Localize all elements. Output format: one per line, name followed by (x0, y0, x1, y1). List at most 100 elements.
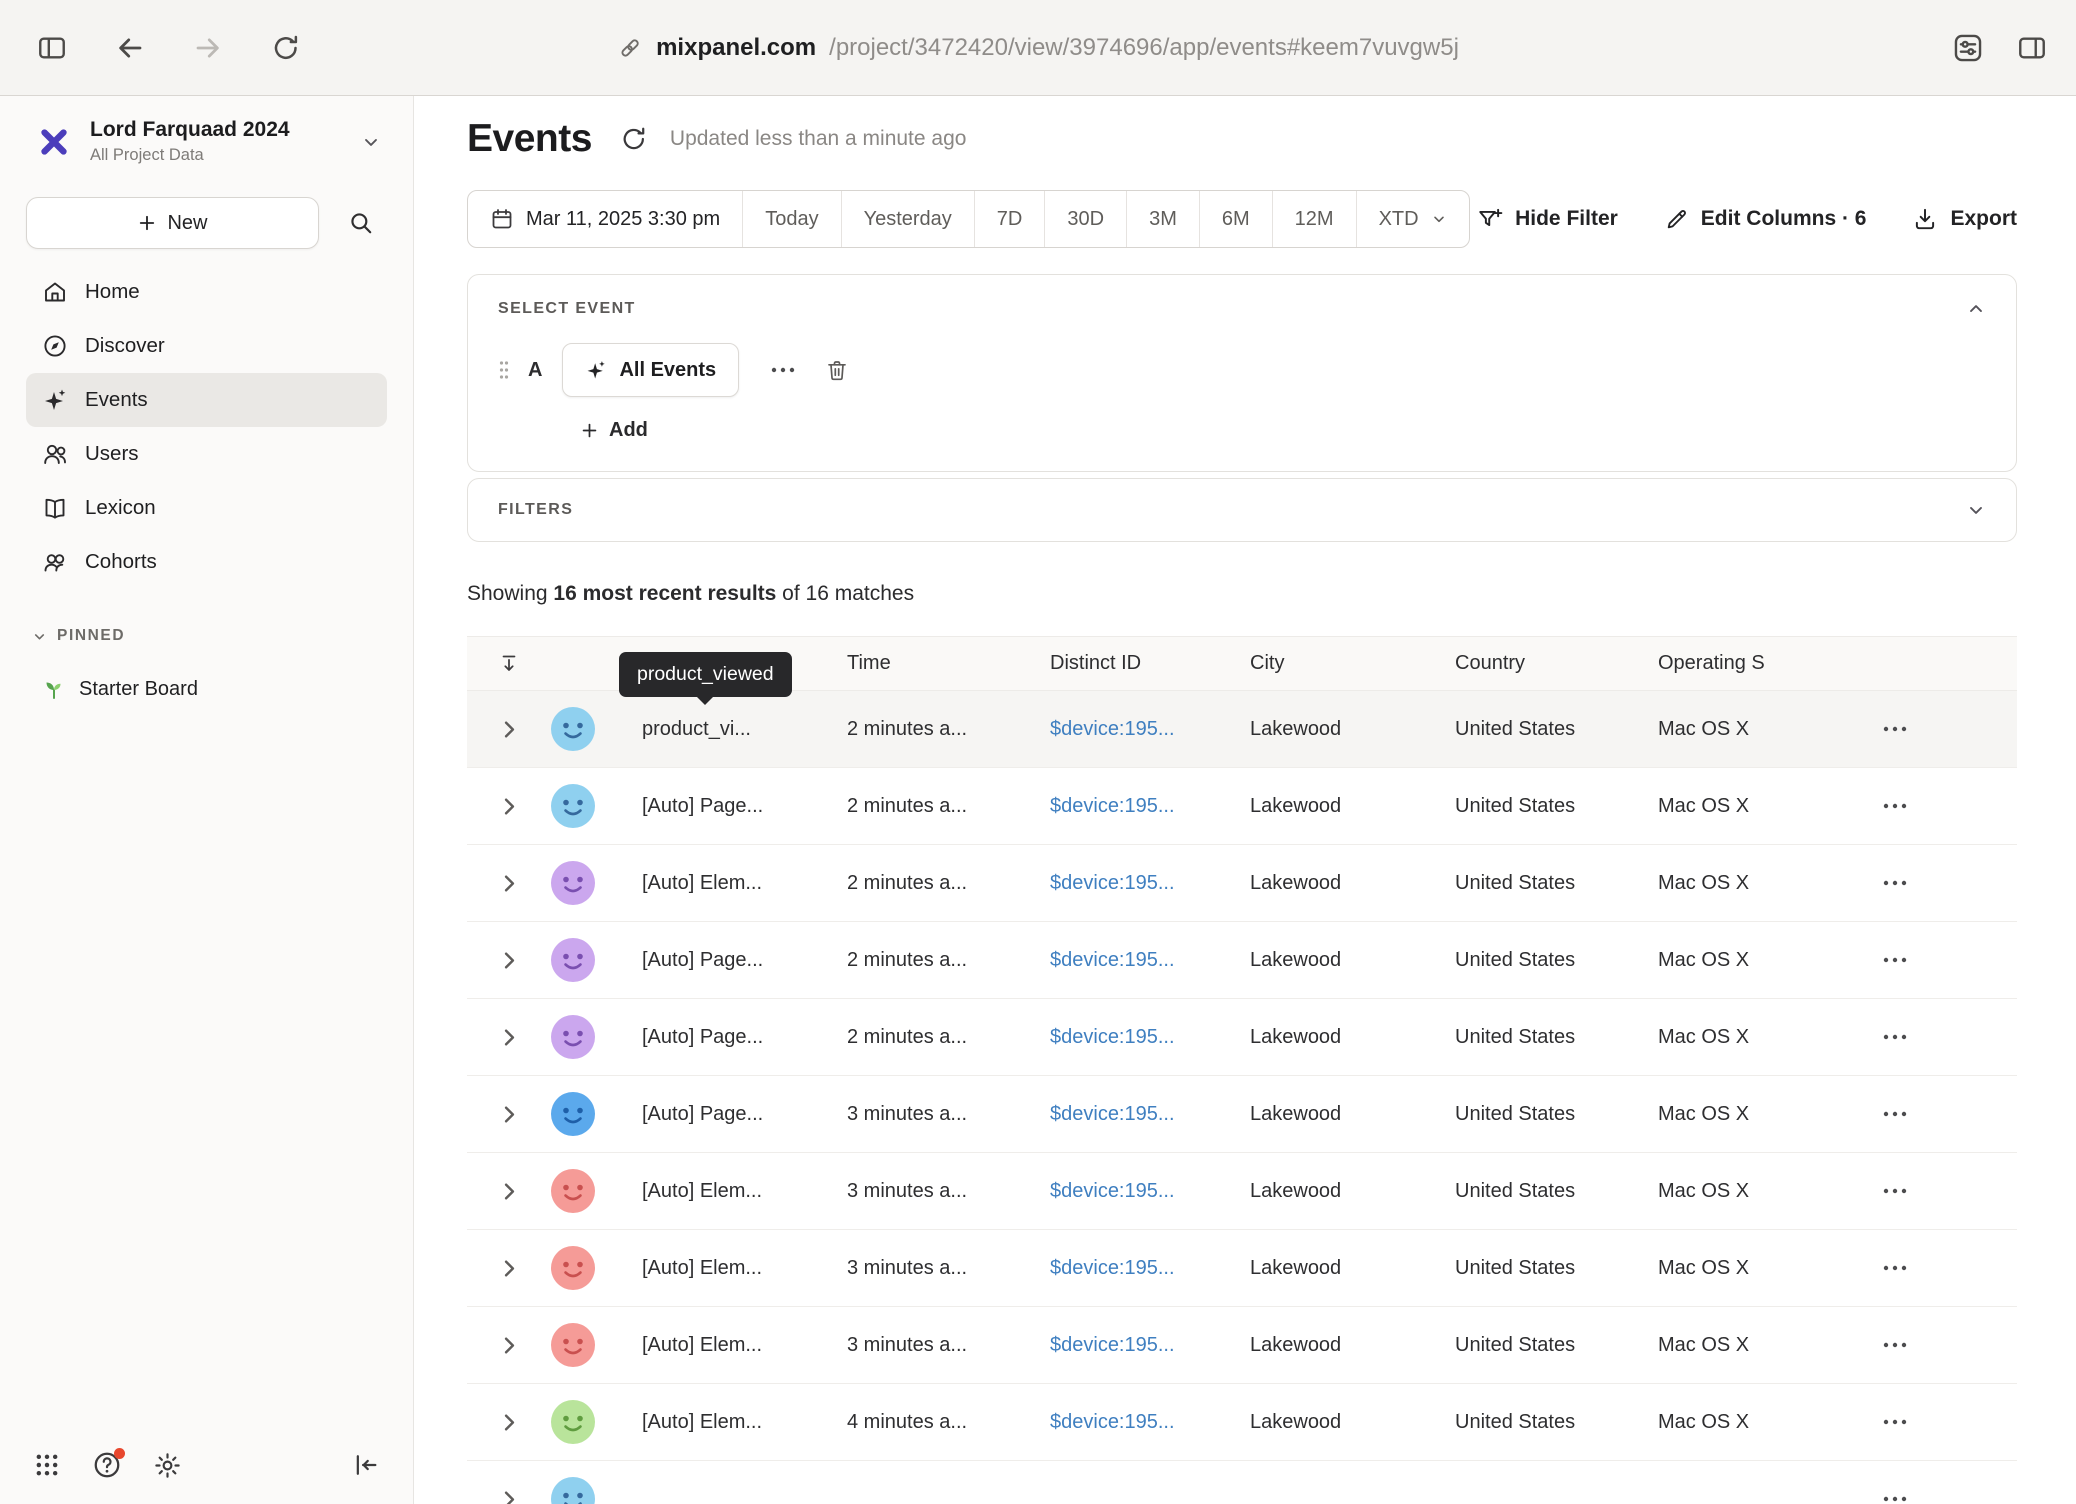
row-more-icon[interactable] (1877, 716, 1913, 742)
event-time: 2 minutes a... (847, 872, 1050, 895)
distinct-id-link[interactable]: $device:195... (1050, 872, 1175, 894)
row-more-icon[interactable] (1877, 1255, 1913, 1281)
table-row[interactable]: [Auto] Elem... 3 minutes a... $device:19… (467, 1307, 2017, 1384)
new-button[interactable]: New (26, 197, 319, 249)
column-header-country: Country (1455, 652, 1658, 675)
preset-6m[interactable]: 6M (1200, 191, 1273, 247)
table-row[interactable]: [Auto] Page... 2 minutes a... $device:19… (467, 922, 2017, 999)
split-view-icon[interactable] (2014, 30, 2050, 66)
distinct-id-link[interactable]: $device:195... (1050, 949, 1175, 971)
chevron-down-icon (32, 629, 47, 644)
sparkle-icon (585, 359, 607, 381)
row-more-icon[interactable] (1877, 793, 1913, 819)
table-row[interactable]: [Auto] Page... 3 minutes a... $device:19… (467, 1076, 2017, 1153)
row-expand-chevron-icon[interactable] (502, 874, 517, 893)
table-row[interactable]: [Auto] Elem... 2 minutes a... $device:19… (467, 845, 2017, 922)
sidebar-item-starter-board[interactable]: Starter Board (26, 677, 387, 701)
add-event-button[interactable]: Add (580, 419, 648, 442)
row-more-icon[interactable] (1877, 947, 1913, 973)
expand-rows-icon[interactable] (467, 653, 551, 675)
browser-sidebar-toggle-icon[interactable] (34, 30, 70, 66)
table-row[interactable] (467, 1461, 2017, 1504)
edit-columns-button[interactable]: Edit Columns · 6 (1664, 207, 1867, 232)
row-more-icon[interactable] (1877, 1486, 1913, 1504)
table-row[interactable]: [Auto] Elem... 3 minutes a... $device:19… (467, 1230, 2017, 1307)
chevron-down-icon[interactable] (1966, 500, 1986, 520)
distinct-id-link[interactable]: $device:195... (1050, 795, 1175, 817)
address-bar[interactable]: mixpanel.com/project/3472420/view/397469… (617, 34, 1459, 62)
row-more-icon[interactable] (1877, 1024, 1913, 1050)
preset-7d[interactable]: 7D (975, 191, 1046, 247)
row-expand-chevron-icon[interactable] (502, 1490, 517, 1504)
collapse-sidebar-icon[interactable] (351, 1450, 381, 1480)
sidebar-nav: Home Discover Events Users Lexicon Cohor… (26, 265, 387, 589)
new-button-label: New (167, 212, 207, 235)
row-expand-chevron-icon[interactable] (502, 1028, 517, 1047)
table-row[interactable]: [Auto] Page... 2 minutes a... $device:19… (467, 999, 2017, 1076)
distinct-id-link[interactable]: $device:195... (1050, 1411, 1175, 1433)
table-row[interactable]: [Auto] Elem... 3 minutes a... $device:19… (467, 1153, 2017, 1230)
notification-dot (114, 1448, 125, 1459)
export-button[interactable]: Export (1912, 206, 2017, 232)
row-expand-chevron-icon[interactable] (502, 951, 517, 970)
help-icon[interactable] (92, 1450, 122, 1480)
row-expand-chevron-icon[interactable] (502, 797, 517, 816)
row-expand-chevron-icon[interactable] (502, 1105, 517, 1124)
hide-filter-button[interactable]: Hide Filter (1477, 206, 1618, 232)
distinct-id-link[interactable]: $device:195... (1050, 1334, 1175, 1356)
forward-icon (190, 30, 226, 66)
row-expand-chevron-icon[interactable] (502, 1259, 517, 1278)
sidebar-item-users[interactable]: Users (26, 427, 387, 481)
event-selector-chip[interactable]: All Events (562, 343, 739, 397)
filters-panel[interactable]: FILTERS (467, 478, 2017, 542)
book-icon (42, 495, 68, 521)
distinct-id-link[interactable]: $device:195... (1050, 718, 1175, 740)
preset-30d[interactable]: 30D (1045, 191, 1127, 247)
trash-icon[interactable] (825, 358, 849, 382)
row-expand-chevron-icon[interactable] (502, 1182, 517, 1201)
preset-xtd[interactable]: XTD (1357, 191, 1469, 247)
preset-12m[interactable]: 12M (1273, 191, 1357, 247)
preset-3m[interactable]: 3M (1127, 191, 1200, 247)
sidebar-item-events[interactable]: Events (26, 373, 387, 427)
distinct-id-link[interactable]: $device:195... (1050, 1026, 1175, 1048)
preset-yesterday[interactable]: Yesterday (842, 191, 975, 247)
row-expand-chevron-icon[interactable] (502, 720, 517, 739)
row-expand-chevron-icon[interactable] (502, 1413, 517, 1432)
sidebar-item-lexicon[interactable]: Lexicon (26, 481, 387, 535)
search-button[interactable] (335, 197, 387, 249)
refresh-icon[interactable] (620, 125, 648, 153)
sidebar-item-home[interactable]: Home (26, 265, 387, 319)
page-settings-icon[interactable] (1950, 30, 1986, 66)
distinct-id-link[interactable]: $device:195... (1050, 1180, 1175, 1202)
workspace-switcher[interactable]: Lord Farquaad 2024 All Project Data (26, 110, 387, 173)
event-city: Lakewood (1250, 718, 1455, 741)
row-more-icon[interactable] (1877, 1332, 1913, 1358)
row-more-icon[interactable] (1877, 1409, 1913, 1435)
users-icon (42, 441, 68, 467)
back-icon[interactable] (112, 30, 148, 66)
mixpanel-logo-icon (32, 120, 76, 164)
date-picker[interactable]: Mar 11, 2025 3:30 pm (468, 191, 743, 247)
distinct-id-link[interactable]: $device:195... (1050, 1103, 1175, 1125)
table-row[interactable]: [Auto] Page... 2 minutes a... $device:19… (467, 768, 2017, 845)
sidebar-item-discover[interactable]: Discover (26, 319, 387, 373)
reload-icon[interactable] (268, 30, 304, 66)
compass-icon (42, 333, 68, 359)
row-more-icon[interactable] (1877, 1101, 1913, 1127)
sidebar-item-cohorts[interactable]: Cohorts (26, 535, 387, 589)
preset-today[interactable]: Today (743, 191, 841, 247)
chevron-down-icon (361, 132, 381, 152)
row-expand-chevron-icon[interactable] (502, 1336, 517, 1355)
chevron-up-icon[interactable] (1966, 299, 1986, 319)
search-icon (348, 210, 374, 236)
drag-handle-icon[interactable] (498, 360, 510, 380)
row-more-icon[interactable] (1877, 870, 1913, 896)
pinned-section-header[interactable]: PINNED (26, 625, 387, 647)
table-row[interactable]: [Auto] Elem... 4 minutes a... $device:19… (467, 1384, 2017, 1461)
row-more-icon[interactable] (1877, 1178, 1913, 1204)
distinct-id-link[interactable]: $device:195... (1050, 1257, 1175, 1279)
gear-icon[interactable] (152, 1450, 182, 1480)
more-options-icon[interactable] (763, 359, 803, 381)
apps-grid-icon[interactable] (32, 1450, 62, 1480)
